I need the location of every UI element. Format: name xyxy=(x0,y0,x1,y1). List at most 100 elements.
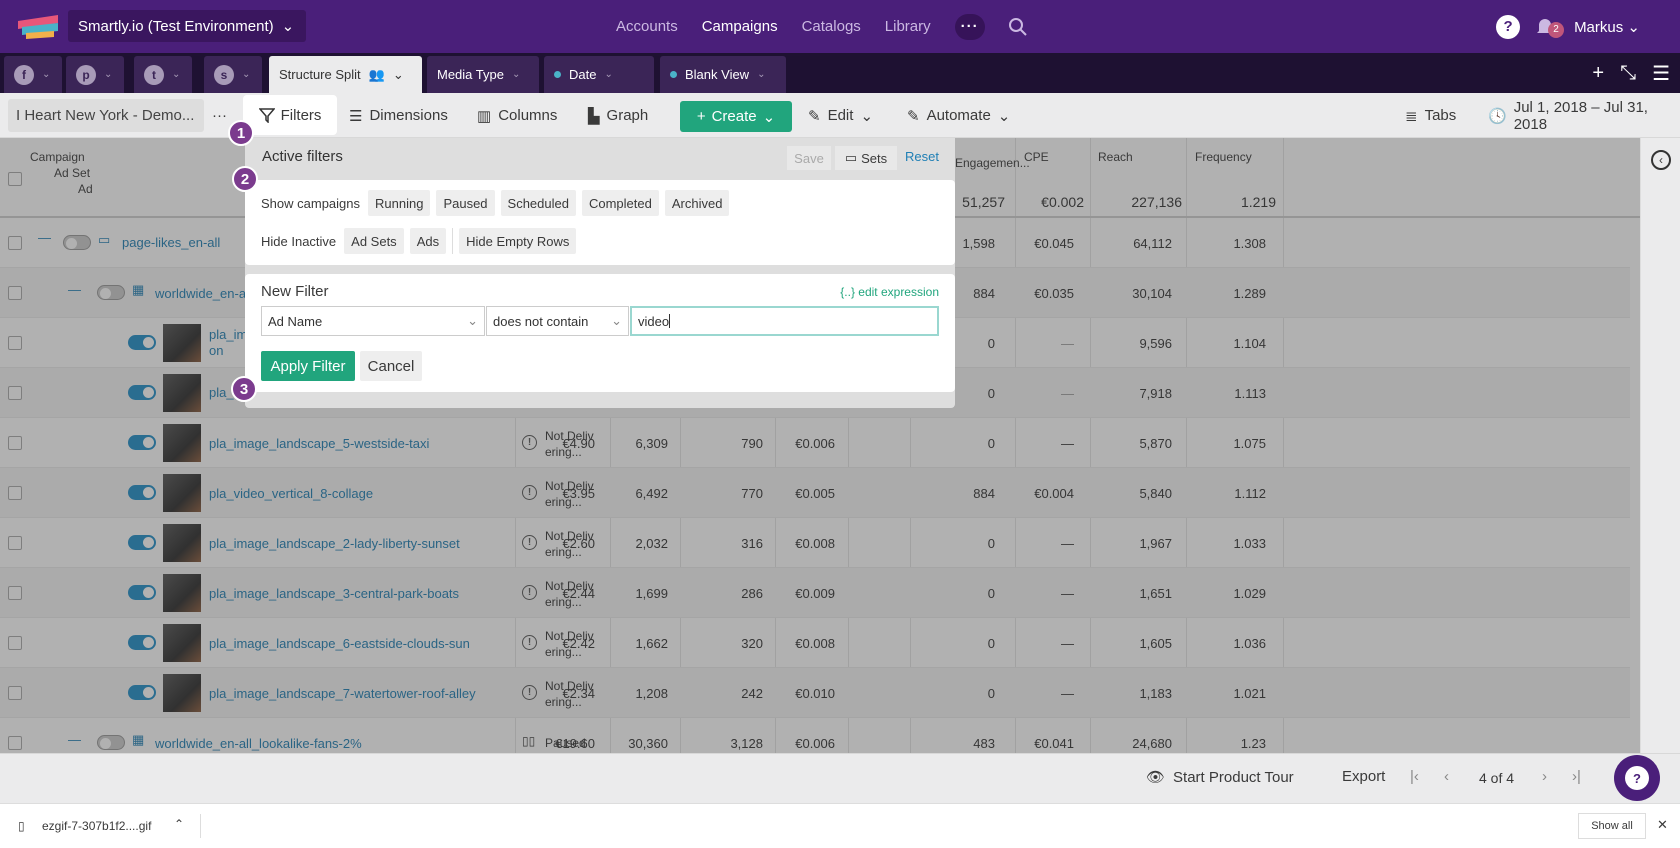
pinterest-icon: p xyxy=(76,64,96,85)
help-icon[interactable]: ? xyxy=(1496,14,1521,39)
clock-icon: 🕓 xyxy=(1488,107,1507,125)
columns-icon: ▥ xyxy=(477,107,492,125)
funnel-icon xyxy=(258,107,275,123)
edit-button[interactable]: ✎ Edit ⌄ xyxy=(808,93,873,138)
chip-running[interactable]: Running xyxy=(368,190,431,216)
tabs-button[interactable]: ≣ Tabs xyxy=(1405,93,1456,138)
chevron-down-icon: ⌄ xyxy=(757,69,766,80)
tab-media-type[interactable]: Media Type ⌄ xyxy=(427,56,539,93)
chevron-down-icon: ⌄ xyxy=(511,69,521,80)
graph-button[interactable]: ▙ Graph xyxy=(588,93,648,138)
view-selector[interactable]: I Heart New York - Demo... xyxy=(8,99,204,132)
filter-operator-value: does not contain xyxy=(493,313,589,329)
download-file[interactable]: ezgif-7-307b1f2....gif xyxy=(42,819,151,833)
active-filters-panel: Show campaigns Running Paused Scheduled … xyxy=(245,180,955,265)
chip-ads[interactable]: Ads xyxy=(409,228,447,254)
search-icon[interactable] xyxy=(1008,17,1027,36)
dot-icon xyxy=(554,71,561,78)
filter-value-input[interactable]: video xyxy=(630,306,939,336)
account-selector[interactable]: Smartly.io (Test Environment) ⌄ xyxy=(68,10,306,42)
twitter-tab[interactable]: t ⌄ xyxy=(134,56,192,93)
new-filter-panel: New Filter {..} edit expression Ad Name ⌄… xyxy=(245,274,955,392)
divider xyxy=(452,228,454,254)
nav-catalogs[interactable]: Catalogs xyxy=(802,18,861,35)
nav-accounts[interactable]: Accounts xyxy=(616,18,678,35)
bell-icon[interactable]: 2 xyxy=(1536,16,1565,38)
tab-label: Blank View xyxy=(685,67,750,82)
more-options-icon[interactable]: ··· xyxy=(212,93,227,138)
automate-button[interactable]: ✎ Automate ⌄ xyxy=(907,93,1010,138)
prev-page-icon[interactable]: ‹ xyxy=(1444,768,1449,785)
step-badge-3: 3 xyxy=(231,376,257,402)
sets-button[interactable]: ▭ Sets xyxy=(835,146,897,170)
dimensions-icon: ☰ xyxy=(349,107,363,125)
filters-button[interactable]: Filters xyxy=(243,95,337,135)
edit-expression-link[interactable]: {..} edit expression xyxy=(840,285,939,299)
facebook-tab[interactable]: f ⌄ xyxy=(4,56,62,93)
start-tour-button[interactable]: 👁 Start Product Tour xyxy=(1146,768,1294,787)
last-page-icon[interactable]: ›| xyxy=(1572,768,1581,785)
collapse-icon[interactable]: ⤡ xyxy=(1620,62,1636,85)
more-icon[interactable]: ··· xyxy=(954,13,985,40)
filter-field-select[interactable]: Ad Name ⌄ xyxy=(261,306,485,336)
filter-value-text: video xyxy=(638,313,670,329)
columns-button[interactable]: ▥ Columns xyxy=(477,93,557,138)
tab-blank-view[interactable]: Blank View ⌄ xyxy=(660,56,786,93)
dimensions-label: Dimensions xyxy=(369,107,448,124)
show-all-button[interactable]: Show all xyxy=(1578,813,1646,839)
nav-campaigns[interactable]: Campaigns xyxy=(702,18,778,35)
graph-icon: ▙ xyxy=(588,107,600,125)
chip-paused[interactable]: Paused xyxy=(436,190,495,216)
date-range-label: Jul 1, 2018 – Jul 31, 2018 xyxy=(1513,98,1648,133)
account-name: Smartly.io (Test Environment) xyxy=(78,17,274,35)
divider xyxy=(200,814,201,838)
right-panel: ‹ xyxy=(1640,138,1680,753)
tab-date[interactable]: Date ⌄ xyxy=(544,56,654,93)
create-button[interactable]: + Create ⌄ xyxy=(680,101,792,132)
view-name: I Heart New York - Demo... xyxy=(16,107,195,124)
chip-archived[interactable]: Archived xyxy=(664,190,730,216)
plus-icon[interactable]: + xyxy=(1592,62,1604,85)
chevron-up-icon[interactable]: ⌃ xyxy=(174,817,184,831)
facebook-icon: f xyxy=(14,64,34,85)
columns-label: Columns xyxy=(498,107,558,124)
date-range-picker[interactable]: 🕓 Jul 1, 2018 – Jul 31, 2018 xyxy=(1488,93,1680,138)
nav-library[interactable]: Library xyxy=(885,18,931,35)
pinterest-tab[interactable]: p ⌄ xyxy=(66,56,124,93)
snapchat-tab[interactable]: s ⌄ xyxy=(204,56,262,93)
filter-field-value: Ad Name xyxy=(268,313,323,329)
apply-filter-button[interactable]: Apply Filter xyxy=(261,351,355,381)
save-button[interactable]: Save xyxy=(787,146,831,170)
chip-scheduled[interactable]: Scheduled xyxy=(500,190,576,216)
user-menu[interactable]: Markus ⌄ xyxy=(1574,18,1640,36)
pencil-icon: ✎ xyxy=(808,107,821,125)
tab-structure-split[interactable]: Structure Split 👥 ⌄ xyxy=(269,56,422,93)
top-right: ? 2 Markus ⌄ xyxy=(1496,0,1640,53)
chip-hide-empty-rows[interactable]: Hide Empty Rows xyxy=(459,228,577,254)
filter-operator-select[interactable]: does not contain ⌄ xyxy=(486,306,629,336)
filters-label: Filters xyxy=(280,106,322,124)
filters-popup: Active filters Save ▭ Sets Reset Show cam… xyxy=(245,138,955,408)
twitter-icon: t xyxy=(144,64,164,85)
first-page-icon[interactable]: |‹ xyxy=(1410,768,1419,785)
menu-icon[interactable]: ☰ xyxy=(1652,61,1670,86)
chip-completed[interactable]: Completed xyxy=(581,190,659,216)
chevron-left-icon[interactable]: ‹ xyxy=(1651,150,1671,170)
chip-ad-sets[interactable]: Ad Sets xyxy=(344,228,404,254)
export-button[interactable]: Export xyxy=(1342,768,1385,785)
notification-badge: 2 xyxy=(1548,21,1565,38)
close-icon[interactable]: ✕ xyxy=(1657,817,1668,833)
reset-link[interactable]: Reset xyxy=(905,149,939,164)
dimensions-button[interactable]: ☰ Dimensions xyxy=(349,93,448,138)
next-page-icon[interactable]: › xyxy=(1542,768,1547,785)
show-campaigns-label: Show campaigns xyxy=(261,195,360,211)
bottom-bar: 👁 Start Product Tour Export |‹ ‹ 4 of 4 ›… xyxy=(0,753,1680,803)
chat-help-icon[interactable]: ? xyxy=(1614,755,1660,801)
download-bar: ▯ ezgif-7-307b1f2....gif ⌃ Show all ✕ xyxy=(0,803,1680,848)
cancel-button[interactable]: Cancel xyxy=(360,351,422,381)
smartly-logo-icon[interactable] xyxy=(18,13,58,39)
folder-icon: ▭ xyxy=(844,150,858,165)
step-badge-1: 1 xyxy=(228,120,254,146)
chevron-down-icon: ⌄ xyxy=(604,69,613,80)
snapchat-icon: s xyxy=(214,64,234,85)
